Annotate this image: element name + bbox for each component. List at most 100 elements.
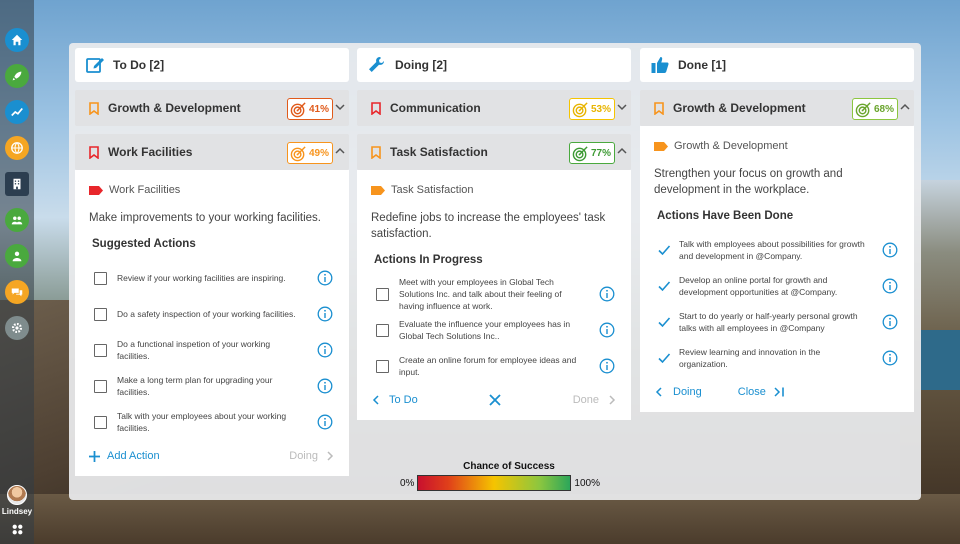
nav-chat-button[interactable] bbox=[5, 280, 29, 304]
tag-icon bbox=[89, 185, 103, 195]
info-icon[interactable] bbox=[599, 358, 615, 374]
action-text: Develop an online portal for growth and … bbox=[679, 275, 838, 297]
action-checkbox[interactable] bbox=[376, 287, 389, 301]
add-action-button[interactable]: Add Action bbox=[89, 450, 160, 462]
task-growth-development[interactable]: Growth & Development 41% bbox=[75, 90, 349, 126]
action-checkbox[interactable] bbox=[376, 359, 389, 373]
rocket-icon bbox=[12, 71, 22, 81]
task-detail-card: Work Facilities Make improvements to you… bbox=[75, 170, 349, 476]
info-icon[interactable] bbox=[317, 378, 333, 394]
card-description: Make improvements to your working facili… bbox=[89, 212, 321, 224]
action-checkbox[interactable] bbox=[94, 271, 107, 285]
info-icon[interactable] bbox=[882, 278, 898, 294]
info-icon[interactable] bbox=[599, 286, 615, 302]
chat-icon bbox=[11, 288, 23, 297]
nav-group-button[interactable] bbox=[5, 208, 29, 232]
info-icon[interactable] bbox=[599, 322, 615, 338]
nav-person-button[interactable] bbox=[5, 244, 29, 268]
nav-globe-button[interactable] bbox=[5, 136, 29, 160]
move-to-todo-button[interactable]: To Do bbox=[371, 394, 418, 406]
column-done-title: Done [1] bbox=[678, 58, 726, 72]
info-icon[interactable] bbox=[317, 270, 333, 286]
close-button[interactable]: Close bbox=[738, 386, 785, 398]
target-icon bbox=[855, 101, 871, 117]
legend-title: Chance of Success bbox=[463, 461, 555, 472]
move-to-doing-button[interactable]: Doing bbox=[289, 450, 335, 462]
success-badge: 41% bbox=[287, 98, 333, 120]
legend-gradient-bar bbox=[417, 475, 572, 491]
info-icon[interactable] bbox=[317, 306, 333, 322]
task-communication[interactable]: Communication 53% bbox=[357, 90, 631, 126]
action-checkbox[interactable] bbox=[94, 343, 107, 357]
nav-trend-button[interactable] bbox=[5, 100, 29, 124]
target-icon bbox=[290, 145, 306, 161]
action-text: Do a functional inspetion of your workin… bbox=[117, 339, 271, 361]
action-list: Review if your working facilities are in… bbox=[89, 260, 335, 440]
edit-icon bbox=[86, 58, 104, 73]
action-text: Evaluate the influence your employees ha… bbox=[399, 319, 571, 341]
chevron-left-icon bbox=[655, 387, 662, 397]
task-growth-development[interactable]: Growth & Development 68% bbox=[640, 90, 914, 126]
nav-settings-button[interactable] bbox=[5, 316, 29, 340]
bookmark-icon bbox=[89, 145, 99, 159]
tag-icon bbox=[654, 141, 668, 151]
card-subtitle: Actions In Progress bbox=[374, 254, 483, 266]
success-pct: 53% bbox=[591, 103, 612, 115]
list-item: Review if your working facilities are in… bbox=[89, 260, 335, 296]
card-subtitle: Suggested Actions bbox=[92, 238, 196, 250]
info-icon[interactable] bbox=[882, 242, 898, 258]
building-icon bbox=[13, 178, 21, 190]
task-label: Growth & Development bbox=[673, 101, 806, 115]
task-detail-card: Growth & Development Strengthen your foc… bbox=[640, 126, 914, 412]
list-item: Start to do yearly or half-yearly person… bbox=[654, 304, 900, 340]
close-icon[interactable] bbox=[489, 394, 501, 406]
checkmark-icon bbox=[658, 317, 671, 328]
nav-rocket-button[interactable] bbox=[5, 64, 29, 88]
info-icon[interactable] bbox=[317, 414, 333, 430]
nav-building-button[interactable] bbox=[5, 172, 29, 196]
info-icon[interactable] bbox=[882, 314, 898, 330]
user-profile[interactable]: Lindsey bbox=[0, 485, 34, 516]
task-work-facilities[interactable]: Work Facilities 49% bbox=[75, 134, 349, 170]
card-footer: Doing Close bbox=[654, 382, 900, 402]
action-checkbox[interactable] bbox=[376, 323, 389, 337]
task-task-satisfaction[interactable]: Task Satisfaction 77% bbox=[357, 134, 631, 170]
card-footer: To Do Done bbox=[371, 390, 617, 410]
success-badge: 77% bbox=[569, 142, 615, 164]
list-item: Meet with your employees in Global Tech … bbox=[371, 276, 617, 312]
apps-icon[interactable] bbox=[11, 523, 24, 536]
action-text: Talk with employees about possibilities … bbox=[679, 239, 865, 261]
chevron-up-icon[interactable] bbox=[617, 146, 627, 156]
bookmark-icon bbox=[371, 101, 381, 115]
action-checkbox[interactable] bbox=[94, 307, 107, 321]
move-to-done-button[interactable]: Done bbox=[573, 394, 617, 406]
info-icon[interactable] bbox=[317, 342, 333, 358]
action-text: Review if your working facilities are in… bbox=[117, 273, 286, 283]
group-icon bbox=[11, 216, 23, 225]
info-icon[interactable] bbox=[882, 350, 898, 366]
action-text: Talk with your employees about your work… bbox=[117, 411, 287, 433]
success-pct: 68% bbox=[874, 103, 895, 115]
success-badge: 53% bbox=[569, 98, 615, 120]
bookmark-icon bbox=[89, 101, 99, 115]
bookmark-icon bbox=[371, 145, 381, 159]
action-checkbox[interactable] bbox=[94, 415, 107, 429]
column-doing-header: Doing [2] bbox=[357, 48, 631, 82]
chevron-up-icon[interactable] bbox=[900, 102, 910, 112]
checkmark-icon bbox=[658, 353, 671, 364]
nav-home-button[interactable] bbox=[5, 28, 29, 52]
action-checkbox[interactable] bbox=[94, 379, 107, 393]
gear-icon bbox=[11, 322, 23, 334]
move-to-doing-button[interactable]: Doing bbox=[654, 386, 702, 398]
chevron-down-icon[interactable] bbox=[617, 102, 627, 112]
success-badge: 68% bbox=[852, 98, 898, 120]
success-pct: 49% bbox=[309, 147, 330, 159]
list-item: Develop an online portal for growth and … bbox=[654, 268, 900, 304]
legend-min: 0% bbox=[400, 477, 415, 489]
chevron-up-icon[interactable] bbox=[335, 146, 345, 156]
target-icon bbox=[572, 101, 588, 117]
chevron-down-icon[interactable] bbox=[335, 102, 345, 112]
avatar[interactable] bbox=[7, 485, 27, 505]
task-label: Growth & Development bbox=[108, 101, 241, 115]
action-text: Review learning and innovation in the or… bbox=[679, 347, 821, 369]
